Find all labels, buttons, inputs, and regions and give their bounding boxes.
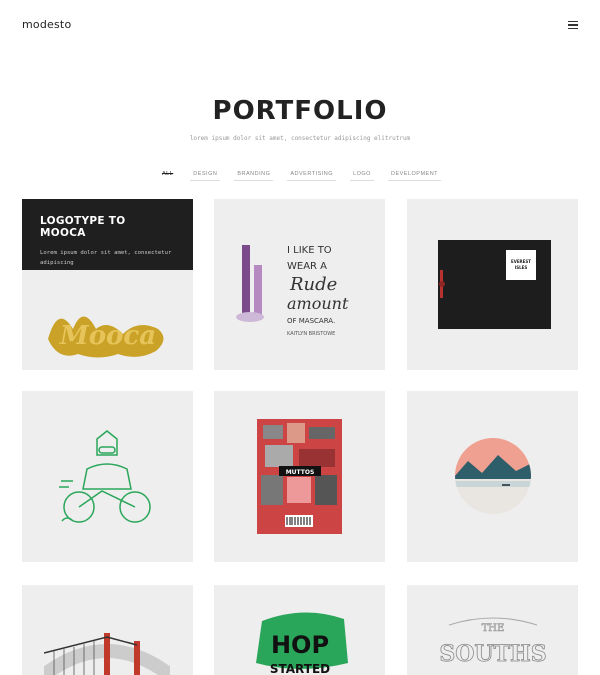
- filter-development[interactable]: DEVELOPMENT: [387, 171, 442, 181]
- mascara-line-4: amount: [287, 294, 349, 313]
- moto-line-illustration: [57, 429, 157, 529]
- hero-section: PORTFOLIO lorem ipsum dolor sit amet, co…: [0, 96, 600, 142]
- portfolio-item-hop[interactable]: HOP STARTED: [214, 585, 385, 675]
- item-overlay: LOGOTYPE TO MOOCA Lorem ipsum dolor sit …: [22, 199, 193, 270]
- site-header: modesto: [0, 0, 600, 50]
- booklet-title-2: ISLES: [515, 265, 528, 270]
- filter-advertising[interactable]: ADVERTISING: [287, 171, 337, 181]
- portfolio-item-magazine[interactable]: MUTTOS: [214, 391, 385, 562]
- mooca-word: Mooca: [59, 321, 156, 351]
- filter-all[interactable]: ALL: [159, 171, 176, 181]
- portfolio-item-moto[interactable]: [22, 391, 193, 562]
- lettering-the: THE: [482, 623, 505, 634]
- hamburger-menu-icon[interactable]: [568, 21, 578, 29]
- mascara-line-5: OF MASCARA.: [287, 317, 335, 325]
- portfolio-filters: ALL DESIGN BRANDING ADVERTISING LOGO DEV…: [0, 171, 600, 181]
- filter-branding[interactable]: BRANDING: [234, 171, 274, 181]
- portfolio-item-landscape[interactable]: [407, 391, 578, 562]
- mascara-illustration: I LIKE TO WEAR A Rude amount OF MASCARA.…: [232, 235, 367, 345]
- magazine-title: MUTTOS: [286, 469, 315, 476]
- bridge-illustration: [44, 633, 170, 675]
- portfolio-item-booklet[interactable]: EVEREST ISLES: [407, 199, 578, 370]
- hop-text: HOP: [271, 631, 329, 659]
- lettering-souths: SOUTHS: [439, 641, 546, 667]
- page-subtitle: lorem ipsum dolor sit amet, consectetur …: [189, 135, 411, 142]
- portfolio-item-bridge[interactable]: [22, 585, 193, 675]
- booklet-title-1: EVEREST: [511, 259, 531, 264]
- mascara-line-2: WEAR A: [287, 261, 327, 272]
- magazine-cover-art: MUTTOS: [257, 419, 342, 534]
- booklet-mockup: EVEREST ISLES: [438, 240, 551, 329]
- portfolio-item-lettering[interactable]: THE SOUTHS: [407, 585, 578, 675]
- brand-logo[interactable]: modesto: [22, 18, 71, 31]
- item-title: LOGOTYPE TO MOOCA: [40, 215, 126, 239]
- mascara-line-1: I LIKE TO: [287, 245, 332, 256]
- page-title: PORTFOLIO: [212, 96, 388, 126]
- filter-design[interactable]: DESIGN: [190, 171, 221, 181]
- filter-logo[interactable]: LOGO: [350, 171, 374, 181]
- mascara-line-6: KAITLYN BRISTOWE: [287, 331, 335, 337]
- landscape-circle-art: [454, 437, 532, 515]
- portfolio-item-mooca[interactable]: LOGOTYPE TO MOOCA Lorem ipsum dolor sit …: [22, 199, 193, 370]
- started-text: STARTED: [270, 662, 330, 675]
- item-description: Lorem ipsum dolor sit amet, consectetur …: [40, 250, 172, 266]
- hop-poster-art: HOP STARTED: [244, 611, 356, 675]
- mooca-logotype-art: Mooca: [38, 299, 178, 369]
- lettering-art: THE SOUTHS: [439, 609, 547, 675]
- mascara-line-3: Rude: [289, 274, 337, 295]
- portfolio-item-mascara[interactable]: I LIKE TO WEAR A Rude amount OF MASCARA.…: [214, 199, 385, 370]
